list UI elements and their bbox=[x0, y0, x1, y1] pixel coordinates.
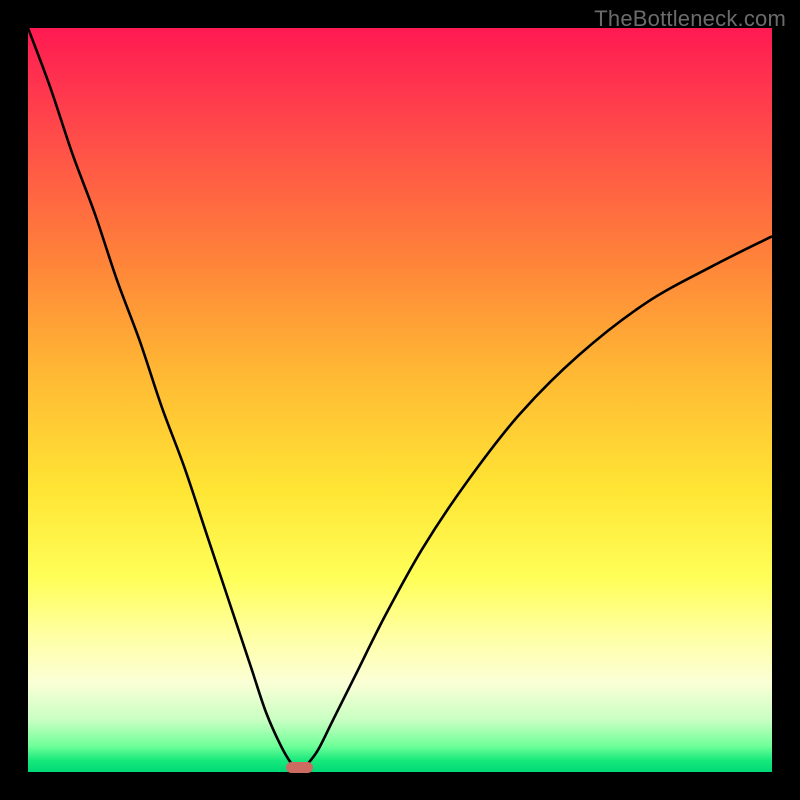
bottleneck-curve bbox=[28, 28, 772, 771]
chart-frame: TheBottleneck.com bbox=[0, 0, 800, 800]
optimum-marker bbox=[286, 762, 313, 772]
curve-svg bbox=[28, 28, 772, 772]
plot-area bbox=[28, 28, 772, 772]
